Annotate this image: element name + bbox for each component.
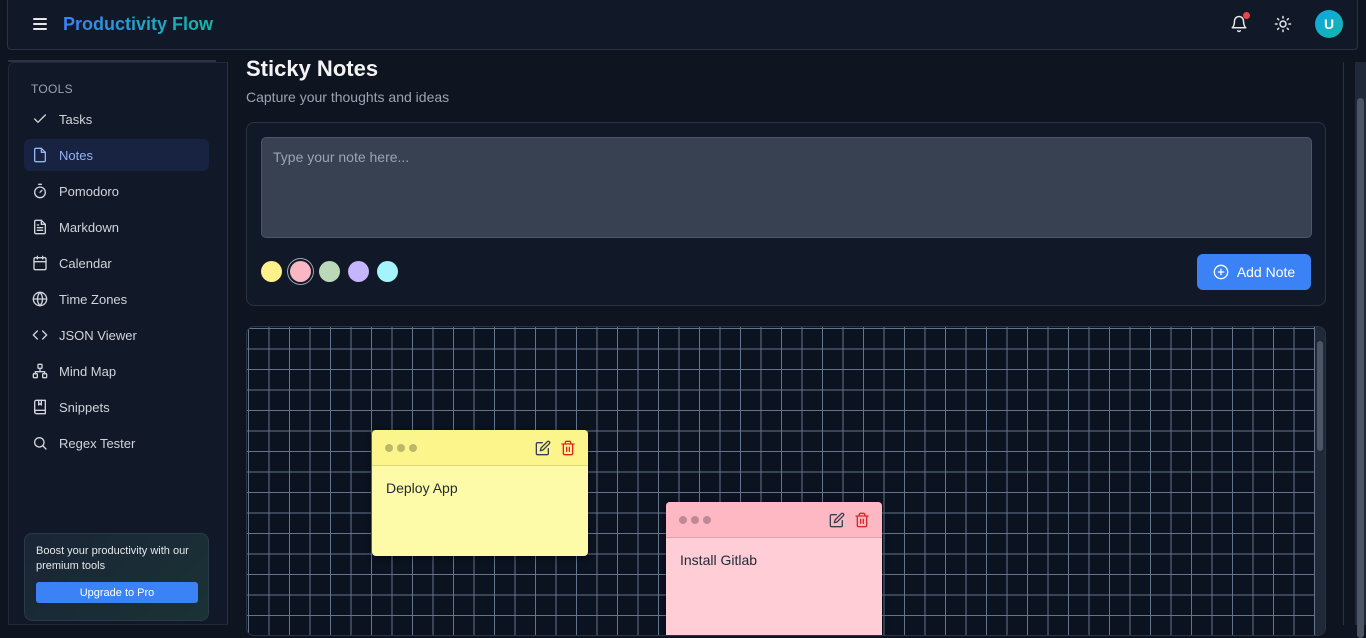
color-swatch-purple[interactable] [348, 261, 369, 282]
sidebar-nav: Tasks Notes Pomodoro Markdown Calendar T… [24, 103, 209, 463]
code-icon [32, 330, 48, 340]
check-icon [34, 114, 46, 123]
plus-circle-icon [1213, 264, 1229, 280]
note-composer: Add Note [246, 122, 1326, 306]
sidebar-item-label: Time Zones [59, 291, 128, 307]
top-actions: U [1227, 10, 1343, 38]
sun-icon [1274, 15, 1292, 33]
main-panel-edge [1343, 62, 1344, 625]
top-bar: Productivity Flow U [7, 0, 1358, 50]
sidebar-item-label: Pomodoro [59, 183, 119, 199]
theme-toggle-button[interactable] [1271, 12, 1295, 36]
add-note-button[interactable]: Add Note [1197, 254, 1311, 290]
color-swatch-pink[interactable] [290, 261, 311, 282]
sticky-note[interactable]: Install Gitlab [666, 502, 882, 635]
avatar[interactable]: U [1315, 10, 1343, 38]
bookmark-icon [34, 399, 46, 415]
sidebar-item-label: Notes [59, 147, 93, 163]
sidebar-item-label: Snippets [59, 399, 110, 415]
sidebar-item-snippets[interactable]: Snippets [24, 391, 209, 423]
sidebar-item-calendar[interactable]: Calendar [24, 247, 209, 279]
sidebar-item-mind-map[interactable]: Mind Map [24, 355, 209, 387]
globe-icon [32, 291, 48, 307]
sidebar-item-time-zones[interactable]: Time Zones [24, 283, 209, 315]
edit-icon[interactable] [829, 512, 845, 528]
trash-icon[interactable] [560, 440, 576, 456]
notification-badge [1243, 12, 1250, 19]
notification-button[interactable] [1227, 12, 1251, 36]
upgrade-promo: Boost your productivity with our premium… [24, 533, 209, 621]
page-subtitle: Capture your thoughts and ideas [246, 89, 450, 105]
promo-text: Boost your productivity with our premium… [36, 545, 189, 572]
add-note-label: Add Note [1236, 264, 1296, 280]
upgrade-button[interactable]: Upgrade to Pro [36, 582, 198, 603]
app-title: Productivity Flow [63, 14, 214, 34]
sidebar-item-label: Markdown [59, 219, 119, 235]
sidebar: TOOLS Tasks Notes Pomodoro Markdown Cale… [8, 62, 228, 625]
drag-handle-icon[interactable] [385, 444, 417, 452]
color-swatch-yellow[interactable] [261, 261, 282, 282]
calendar-icon [33, 255, 47, 271]
sidebar-item-regex-tester[interactable]: Regex Tester [24, 427, 209, 459]
timer-icon [34, 183, 46, 199]
page-title: Sticky Notes [246, 56, 379, 81]
edit-icon[interactable] [535, 440, 551, 456]
search-icon [34, 437, 47, 450]
sidebar-item-label: Tasks [59, 111, 93, 127]
sidebar-item-label: Mind Map [59, 363, 117, 379]
tools-heading: TOOLS [31, 82, 73, 96]
note-input[interactable] [261, 137, 1312, 238]
sidebar-item-label: Calendar [59, 255, 112, 271]
board-scrollbar[interactable] [1315, 327, 1325, 635]
note-text: Deploy App [386, 480, 458, 496]
note-text: Install Gitlab [680, 552, 758, 568]
sidebar-item-json-viewer[interactable]: JSON Viewer [24, 319, 209, 351]
trash-icon[interactable] [854, 512, 870, 528]
sidebar-item-label: Regex Tester [59, 435, 136, 451]
color-picker [261, 261, 398, 282]
sticky-note[interactable]: Deploy App [372, 430, 588, 556]
board-scrollbar-thumb[interactable] [1317, 341, 1323, 451]
main-scrollbar[interactable] [1355, 62, 1366, 638]
file-text-icon [34, 219, 46, 235]
sidebar-item-notes[interactable]: Notes [24, 139, 209, 171]
network-icon [32, 363, 48, 379]
notes-board: Deploy App Install Gitlab [246, 326, 1326, 636]
color-swatch-cyan[interactable] [377, 261, 398, 282]
note-header[interactable] [372, 430, 588, 466]
note-header[interactable] [666, 502, 882, 538]
color-swatch-green[interactable] [319, 261, 340, 282]
drag-handle-icon[interactable] [679, 516, 711, 524]
sidebar-item-pomodoro[interactable]: Pomodoro [24, 175, 209, 207]
file-icon [34, 147, 46, 163]
main-scrollbar-thumb[interactable] [1357, 98, 1364, 638]
sidebar-item-markdown[interactable]: Markdown [24, 211, 209, 243]
sidebar-item-label: JSON Viewer [59, 327, 137, 343]
sidebar-item-tasks[interactable]: Tasks [24, 103, 209, 135]
menu-icon[interactable] [30, 15, 50, 35]
